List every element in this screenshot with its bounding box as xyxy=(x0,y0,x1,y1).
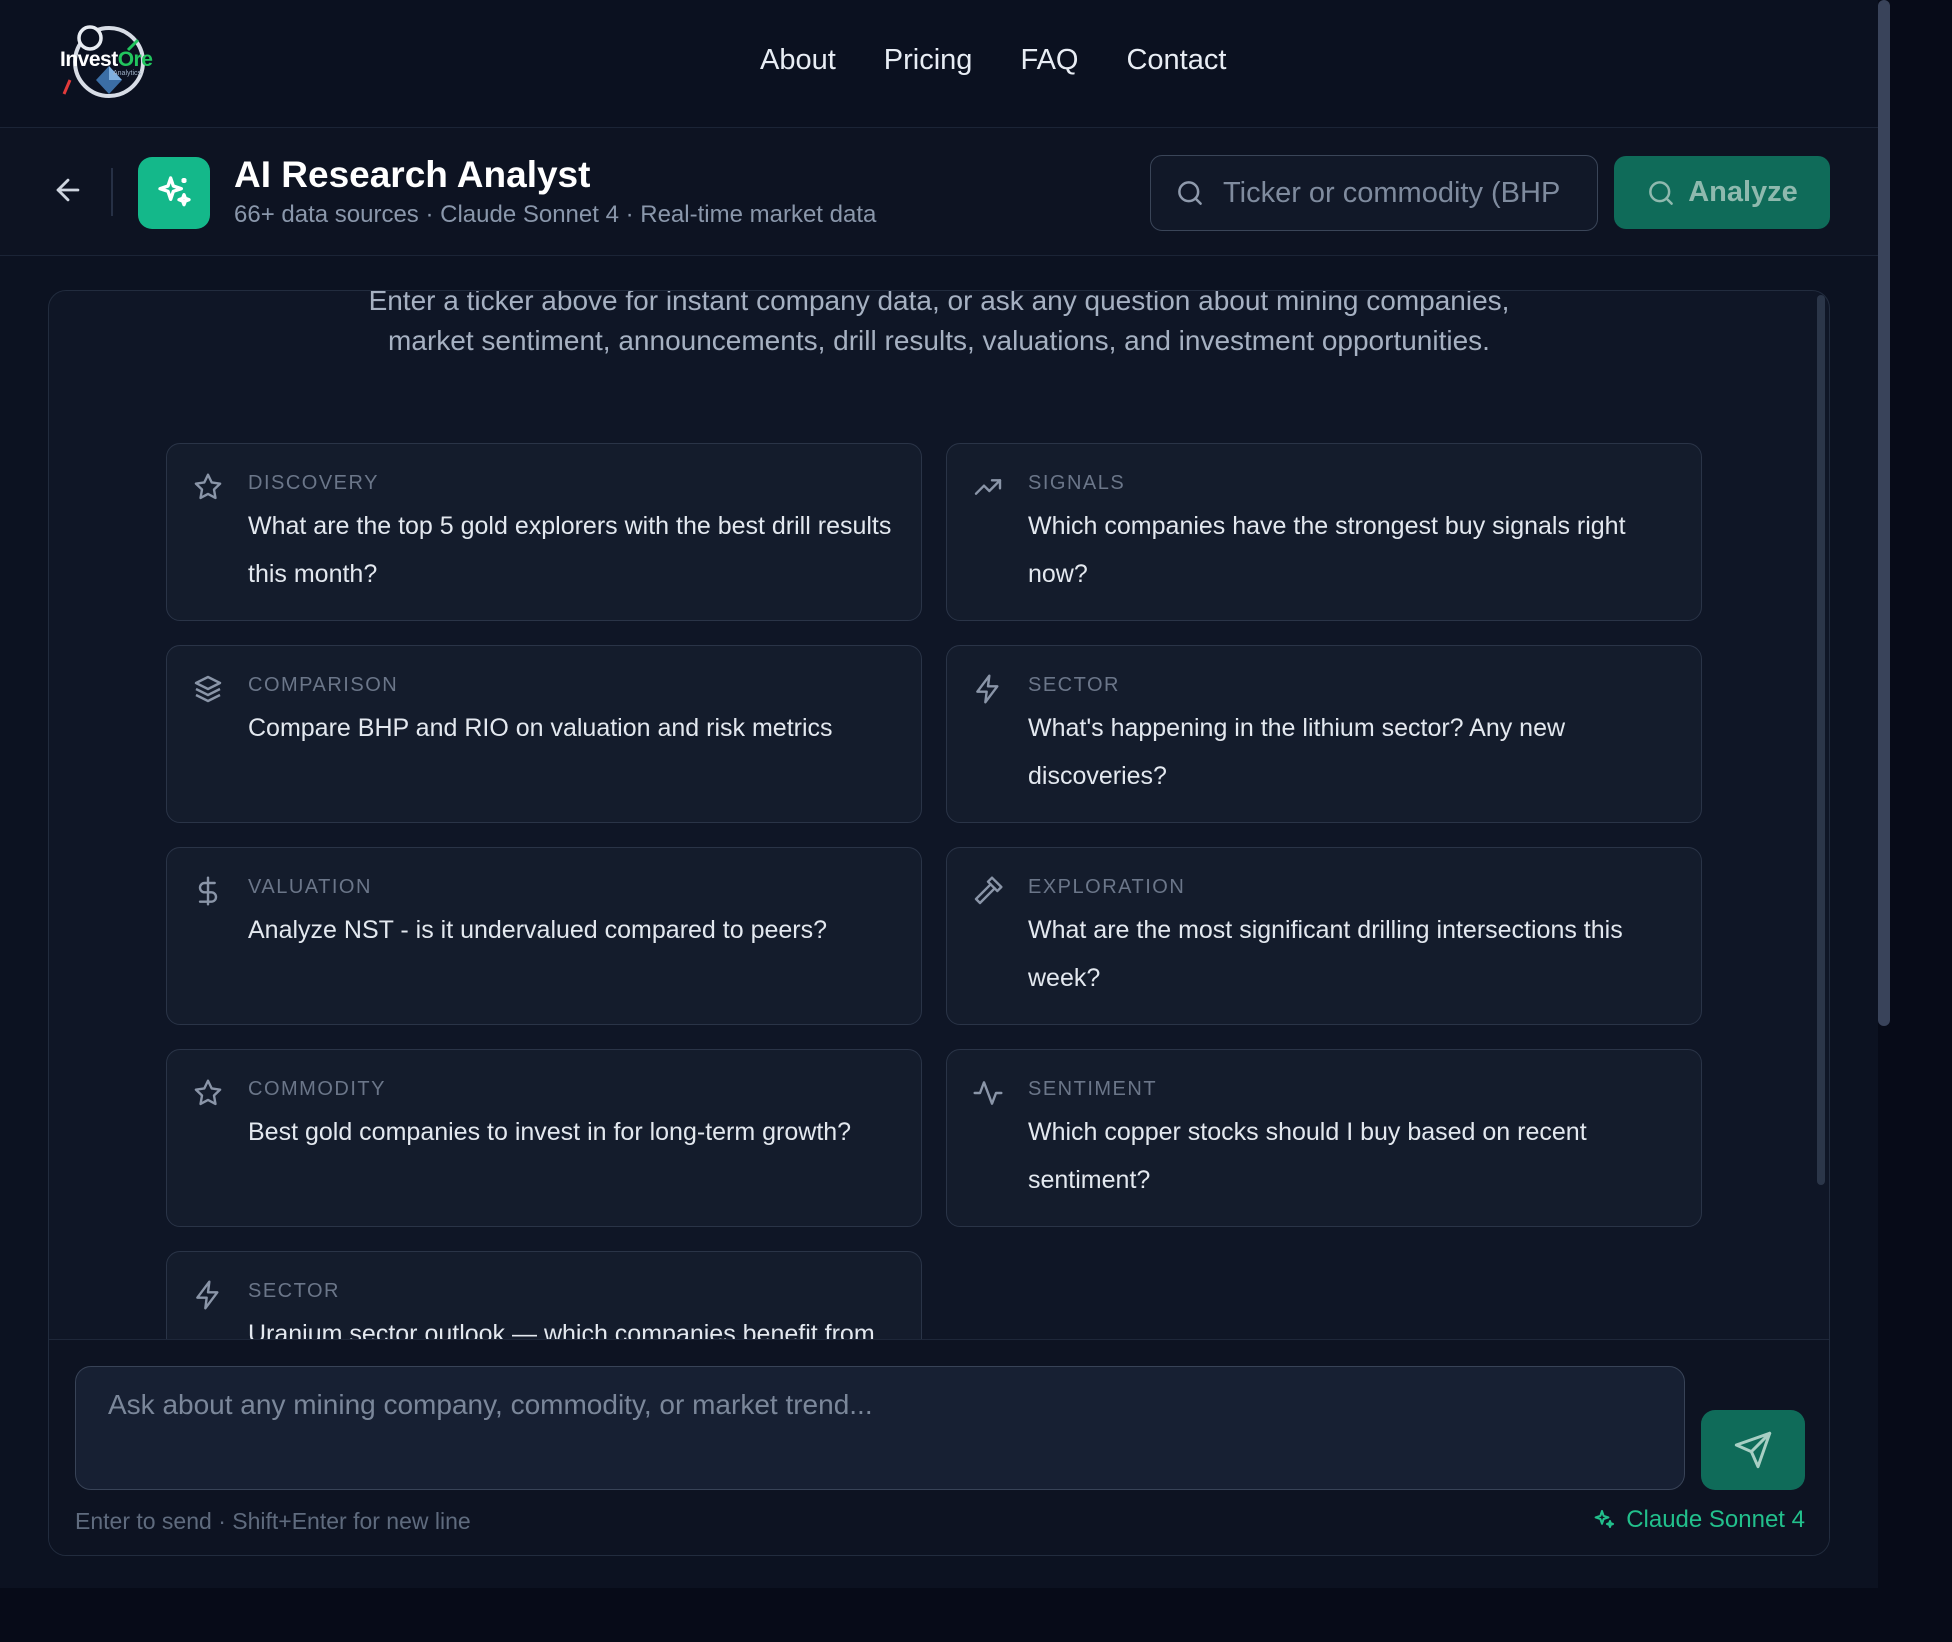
chat-scrollbar[interactable] xyxy=(1817,295,1825,1185)
suggestion-question: Which companies have the strongest buy s… xyxy=(1028,512,1626,588)
suggestion-category: SIGNALS xyxy=(1028,472,1126,494)
send-button[interactable] xyxy=(1701,1410,1805,1490)
brand-name: InvestOre xyxy=(60,48,153,71)
suggestion-card-valuation[interactable]: VALUATION Analyze NST - is it undervalue… xyxy=(166,847,922,1025)
header-divider xyxy=(111,168,113,216)
layers-icon xyxy=(191,672,225,706)
chat-input[interactable] xyxy=(75,1366,1685,1490)
page-scrollbar[interactable] xyxy=(1878,0,1890,1026)
suggestion-question: What are the most significant drilling i… xyxy=(1028,916,1623,992)
trending-up-icon xyxy=(971,470,1005,504)
suggestion-question: Best gold companies to invest in for lon… xyxy=(248,1118,852,1146)
sparkles-icon xyxy=(1594,1510,1615,1528)
suggestion-question: Analyze NST - is it undervalued compared… xyxy=(248,916,828,944)
lightning-icon xyxy=(191,1278,225,1312)
ticker-search[interactable] xyxy=(1150,155,1598,231)
back-button[interactable] xyxy=(46,168,90,212)
suggestion-question: Which copper stocks should I buy based o… xyxy=(1028,1118,1587,1194)
suggestion-question: What's happening in the lithium sector? … xyxy=(1028,714,1566,790)
suggestion-card-discovery[interactable]: DISCOVERY What are the top 5 gold explor… xyxy=(166,443,922,621)
analyze-button[interactable]: Analyze xyxy=(1614,156,1830,229)
nav-contact[interactable]: Contact xyxy=(1126,44,1226,77)
chat-panel: Enter a ticker above for instant company… xyxy=(48,290,1830,1556)
hammer-icon xyxy=(971,874,1005,908)
brand-logo[interactable]: InvestOre Analytics xyxy=(58,22,160,102)
suggestion-card-sector-lithium[interactable]: SECTOR What's happening in the lithium s… xyxy=(946,645,1702,823)
ai-badge xyxy=(138,157,210,229)
page-title: AI Research Analyst xyxy=(234,154,591,195)
suggestion-category: EXPLORATION xyxy=(1028,876,1186,898)
analyze-label: Analyze xyxy=(1688,176,1798,208)
app-window: InvestOre Analytics About Pricing FAQ Co… xyxy=(0,0,1878,1588)
suggestion-card-signals[interactable]: SIGNALS Which companies have the stronge… xyxy=(946,443,1702,621)
nav-faq[interactable]: FAQ xyxy=(1020,44,1078,77)
suggestion-card-exploration[interactable]: EXPLORATION What are the most significan… xyxy=(946,847,1702,1025)
ticker-search-input[interactable] xyxy=(1223,176,1583,210)
suggestion-card-sector-uranium[interactable]: SECTOR Uranium sector outlook — which co… xyxy=(166,1251,922,1339)
suggestion-category: SECTOR xyxy=(248,1280,340,1302)
suggestion-category: SENTIMENT xyxy=(1028,1078,1158,1100)
chat-intro: Enter a ticker above for instant company… xyxy=(368,291,1510,356)
send-icon xyxy=(1734,1431,1772,1469)
page-subtitle: 66+ data sources · Claude Sonnet 4 · Rea… xyxy=(234,201,877,228)
chat-composer: Enter to send · Shift+Enter for new line… xyxy=(49,1339,1829,1555)
nav-pricing[interactable]: Pricing xyxy=(884,44,973,77)
suggestion-card-sentiment[interactable]: SENTIMENT Which copper stocks should I b… xyxy=(946,1049,1702,1227)
lightning-icon xyxy=(971,672,1005,706)
model-indicator: Claude Sonnet 4 xyxy=(1592,1506,1805,1534)
suggestion-card-commodity[interactable]: COMMODITY Best gold companies to invest … xyxy=(166,1049,922,1227)
brand-sub: Analytics xyxy=(113,70,142,77)
arrow-left-icon xyxy=(56,178,80,202)
nav-links: About Pricing FAQ Contact xyxy=(760,44,1226,77)
suggestion-question: What are the top 5 gold explorers with t… xyxy=(248,512,892,588)
pulse-icon xyxy=(971,1076,1005,1110)
dollar-icon xyxy=(191,874,225,908)
star-icon xyxy=(191,470,225,504)
search-icon xyxy=(1175,178,1205,208)
suggestion-category: COMMODITY xyxy=(248,1078,386,1100)
model-name: Claude Sonnet 4 xyxy=(1626,1506,1805,1533)
star-icon xyxy=(191,1076,225,1110)
sparkles-icon xyxy=(158,176,191,207)
suggestion-question: Compare BHP and RIO on valuation and ris… xyxy=(248,714,833,742)
suggestion-category: COMPARISON xyxy=(248,674,399,696)
top-nav: InvestOre Analytics About Pricing FAQ Co… xyxy=(0,0,1878,128)
suggestion-card-comparison[interactable]: COMPARISON Compare BHP and RIO on valuat… xyxy=(166,645,922,823)
nav-about[interactable]: About xyxy=(760,44,836,77)
suggestion-category: SECTOR xyxy=(1028,674,1120,696)
composer-hint: Enter to send · Shift+Enter for new line xyxy=(75,1508,471,1534)
search-icon xyxy=(1649,180,1674,205)
page-header: AI Research Analyst 66+ data sources · C… xyxy=(0,128,1878,256)
suggestion-question: Uranium sector outlook — which companies… xyxy=(248,1320,875,1339)
chat-scroll-area[interactable]: Enter a ticker above for instant company… xyxy=(49,291,1829,1339)
suggestion-category: VALUATION xyxy=(248,876,372,898)
suggestion-category: DISCOVERY xyxy=(248,472,379,494)
